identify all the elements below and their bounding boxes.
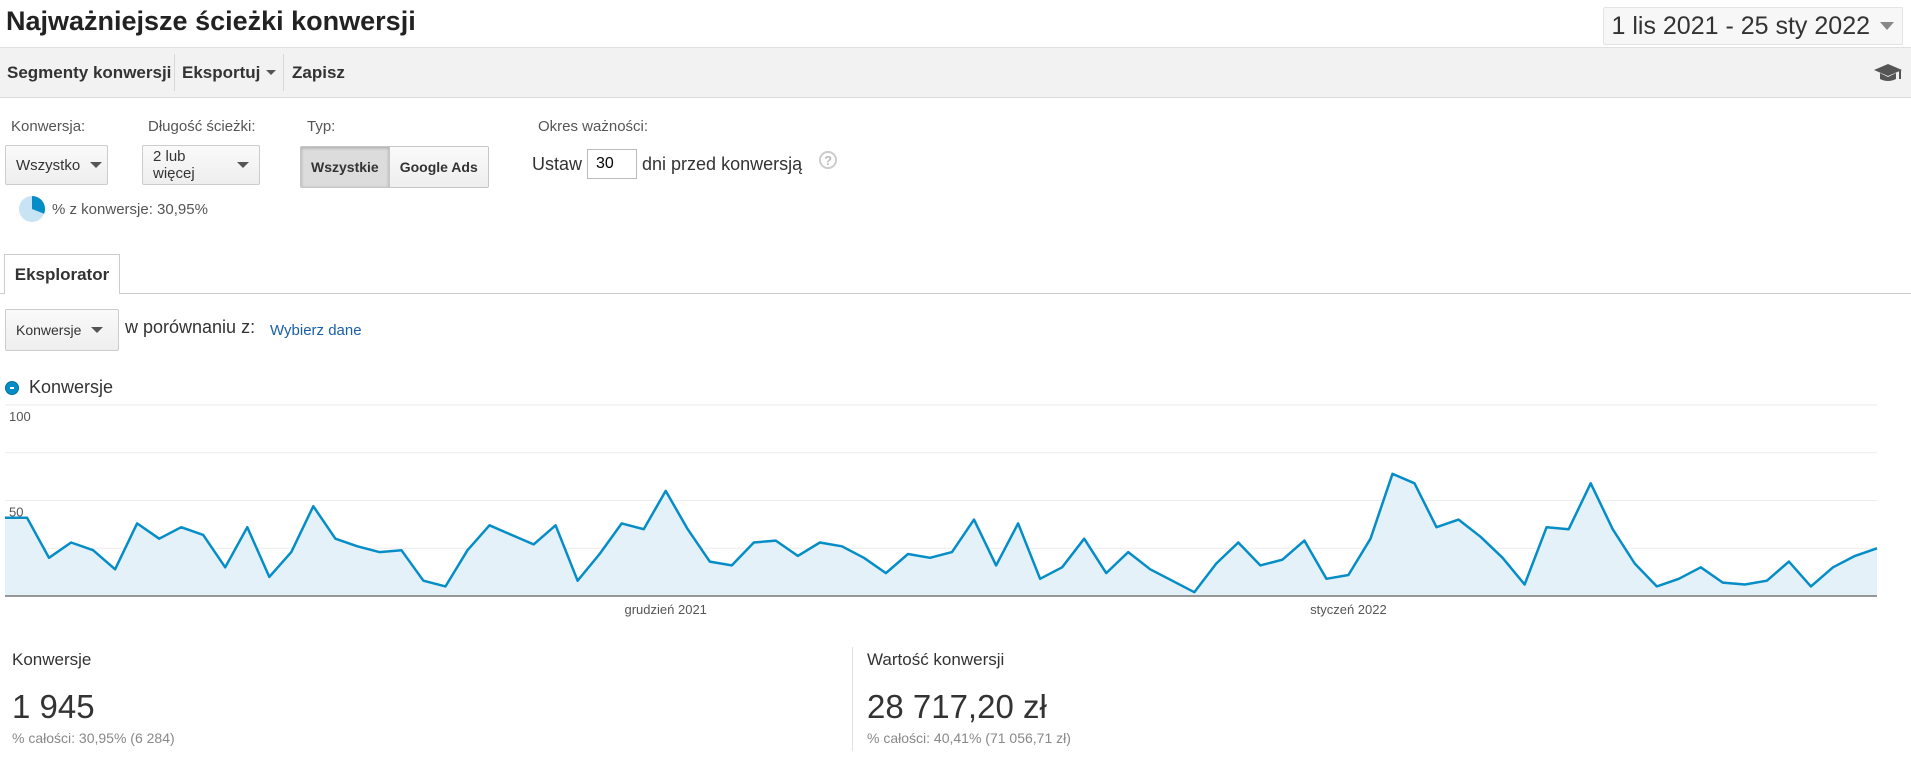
tab-explorer[interactable]: Eksplorator xyxy=(4,254,120,294)
page-title: Najważniejsze ścieżki konwersji xyxy=(6,6,416,36)
toolbar: Segmenty konwersji Eksportuj Zapisz xyxy=(0,47,1911,98)
metric-label: Wartość konwersji xyxy=(867,650,1005,669)
toolbar-divider xyxy=(283,54,284,91)
legend-series-name: Konwersje xyxy=(29,377,114,397)
path-length-dropdown[interactable]: 2 lub więcej xyxy=(142,145,260,185)
type-all-button[interactable]: Wszystkie xyxy=(301,147,390,187)
validity-row: Ustaw dni przed konwersją ? xyxy=(532,149,838,179)
set-label: Ustaw xyxy=(532,153,583,174)
metric-value: 28 717,20 zł xyxy=(867,688,1047,725)
chevron-down-icon xyxy=(1880,22,1894,30)
metric-divider xyxy=(852,647,853,751)
chevron-down-icon xyxy=(91,327,104,333)
date-range-label: 1 lis 2021 - 25 sty 2022 xyxy=(1611,11,1871,40)
metric-value: 1 945 xyxy=(12,688,95,725)
metric-dropdown[interactable]: Konwersje xyxy=(5,309,119,351)
x-tick-label: grudzień 2021 xyxy=(625,602,707,617)
days-suffix: dni przed konwersją xyxy=(642,153,803,174)
type-label: Typ: xyxy=(307,118,336,135)
y-tick-label: 100 xyxy=(9,409,31,424)
metrics-summary: Konwersje 1 945 % całości: 30,95% (6 284… xyxy=(0,643,1911,766)
conversion-label: Konwersja: xyxy=(11,118,86,135)
type-google-ads-button[interactable]: Google Ads xyxy=(389,147,488,187)
lookback-days-input[interactable] xyxy=(587,149,638,179)
metric-conversions: Konwersje 1 945 % całości: 30,95% (6 284… xyxy=(12,650,175,746)
series-toggle-icon xyxy=(5,380,19,395)
conversion-percent: % z konwersje: 30,95% xyxy=(18,195,208,223)
help-icon[interactable]: ? xyxy=(819,151,838,169)
validity-label: Okres ważności: xyxy=(538,118,649,135)
chevron-down-icon xyxy=(266,70,277,75)
conversions-chart: 10050grudzień 2021 styczeń 2022 xyxy=(5,404,1878,617)
tab-divider xyxy=(0,293,1911,294)
x-tick-label: styczeń 2022 xyxy=(1310,602,1387,617)
metric-label: Konwersje xyxy=(12,650,92,669)
pie-chart-icon xyxy=(19,196,45,222)
chart-legend[interactable]: Konwersje xyxy=(5,377,113,398)
graduation-cap-icon[interactable] xyxy=(1873,48,1903,97)
type-toggle: Wszystkie Google Ads xyxy=(300,146,489,188)
date-range-selector[interactable]: 1 lis 2021 - 25 sty 2022 xyxy=(1602,7,1903,45)
metric-sub: % całości: 40,41% (71 056,71 zł) xyxy=(867,730,1071,746)
save-button[interactable]: Zapisz xyxy=(292,48,345,97)
chevron-down-icon xyxy=(237,162,249,168)
conversion-segments-button[interactable]: Segmenty konwersji xyxy=(7,48,171,97)
choose-data-link[interactable]: Wybierz dane xyxy=(270,322,362,339)
export-button[interactable]: Eksportuj xyxy=(182,48,277,97)
conversion-dropdown[interactable]: Wszystko xyxy=(5,145,108,185)
path-length-label: Długość ścieżki: xyxy=(148,118,256,135)
metric-sub: % całości: 30,95% (6 284) xyxy=(12,730,175,746)
metric-conversion-value: Wartość konwersji 28 717,20 zł % całości… xyxy=(867,650,1071,746)
compare-label: w porównaniu z: xyxy=(125,317,256,337)
chevron-down-icon xyxy=(90,162,103,168)
toolbar-divider xyxy=(174,54,175,91)
percent-of-conversions: % z konwersje: 30,95% xyxy=(52,200,208,218)
